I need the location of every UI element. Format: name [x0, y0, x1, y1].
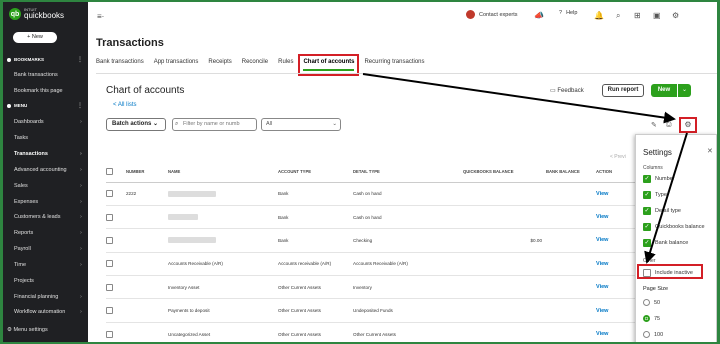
app-window: qb INTUIT quickbooks + New BOOKMARKS ⋮ B…	[3, 2, 717, 342]
annotation-arrows	[362, 73, 688, 264]
arrow-to-include-inactive	[644, 132, 688, 264]
arrow-to-gear	[362, 73, 676, 124]
